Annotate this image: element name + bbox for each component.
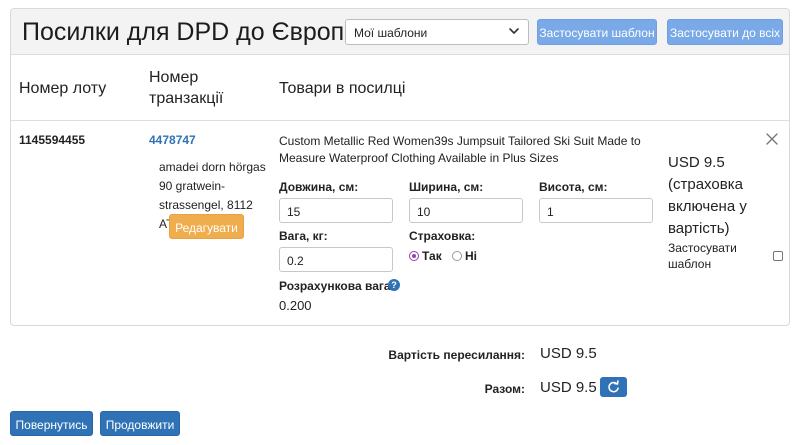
- length-label: Довжина, см:: [279, 180, 359, 194]
- refresh-icon: [608, 380, 619, 393]
- weight-label: Вага, кг:: [279, 229, 328, 243]
- height-input[interactable]: 1: [539, 198, 653, 223]
- back-button[interactable]: Повернутись: [10, 411, 93, 436]
- continue-button[interactable]: Продовжити: [100, 411, 180, 436]
- radio-checked-icon: [409, 251, 419, 261]
- product-title: Custom Metallic Red Women39s Jumpsuit Ta…: [279, 134, 641, 165]
- lot-number: 1145594455: [19, 133, 86, 147]
- column-header-goods: Товари в посилці: [279, 80, 406, 97]
- calc-weight-value: 0.200: [279, 298, 312, 313]
- height-label: Висота, см:: [539, 180, 608, 194]
- price-line-2: (страховка: [668, 176, 743, 193]
- apply-template-line-2: шаблон: [668, 257, 712, 271]
- refresh-button[interactable]: [600, 377, 627, 397]
- insurance-yes-radio[interactable]: Так: [409, 249, 442, 263]
- insurance-yes-label: Так: [422, 249, 442, 263]
- column-header-transaction: Номер транзакції: [149, 67, 223, 109]
- chevron-down-icon: [509, 28, 519, 34]
- length-input[interactable]: 15: [279, 198, 393, 223]
- total-label: Разом:: [484, 382, 525, 396]
- apply-template-line-1: Застосувати: [668, 241, 737, 255]
- weight-input[interactable]: 0.2: [279, 247, 393, 272]
- column-header-transaction-line1: Номер: [149, 69, 199, 86]
- price-line-1: USD 9.5: [668, 154, 725, 171]
- total-value: USD 9.5: [540, 379, 597, 396]
- address-line-2: 90 gratwein-: [159, 179, 226, 193]
- insurance-label: Страховка:: [409, 229, 476, 243]
- apply-template-button[interactable]: Застосувати шаблон: [537, 19, 657, 45]
- parcel-price: USD 9.5 (страховка включена у вартість): [668, 152, 768, 240]
- transaction-link[interactable]: 4478747: [149, 133, 196, 147]
- close-icon[interactable]: [765, 132, 779, 146]
- radio-unchecked-icon: [452, 251, 462, 261]
- insurance-no-label: Ні: [465, 249, 477, 263]
- price-line-4: вартість): [668, 220, 730, 237]
- price-line-3: включена у: [668, 198, 747, 215]
- page-title: Посилки для DPD до Європи: [22, 18, 359, 46]
- apply-all-button[interactable]: Застосувати до всіх: [667, 19, 783, 45]
- panel-header: Посилки для DPD до Європи Мої шаблони За…: [11, 9, 789, 55]
- edit-button[interactable]: Редагувати: [169, 214, 244, 239]
- header-divider: [11, 120, 789, 121]
- apply-template-checkbox[interactable]: [773, 251, 783, 261]
- width-label: Ширина, см:: [409, 180, 484, 194]
- column-header-transaction-line2: транзакції: [149, 90, 224, 107]
- calc-weight-label: Розрахункова вага:: [279, 279, 395, 293]
- shipping-cost-label: Вартість пересилання:: [388, 348, 525, 362]
- address-line-1: amadei dorn hörgas: [159, 160, 266, 174]
- insurance-no-radio[interactable]: Ні: [452, 249, 477, 263]
- apply-template-label: Застосувати шаблон: [668, 240, 748, 272]
- template-select[interactable]: Мої шаблони: [345, 19, 529, 45]
- parcels-panel: Посилки для DPD до Європи Мої шаблони За…: [10, 8, 790, 326]
- column-header-lot: Номер лоту: [19, 80, 107, 97]
- shipping-cost-value: USD 9.5: [540, 345, 597, 362]
- help-icon[interactable]: ?: [388, 279, 400, 291]
- template-select-value: Мої шаблони: [354, 26, 428, 40]
- width-input[interactable]: 10: [409, 198, 523, 223]
